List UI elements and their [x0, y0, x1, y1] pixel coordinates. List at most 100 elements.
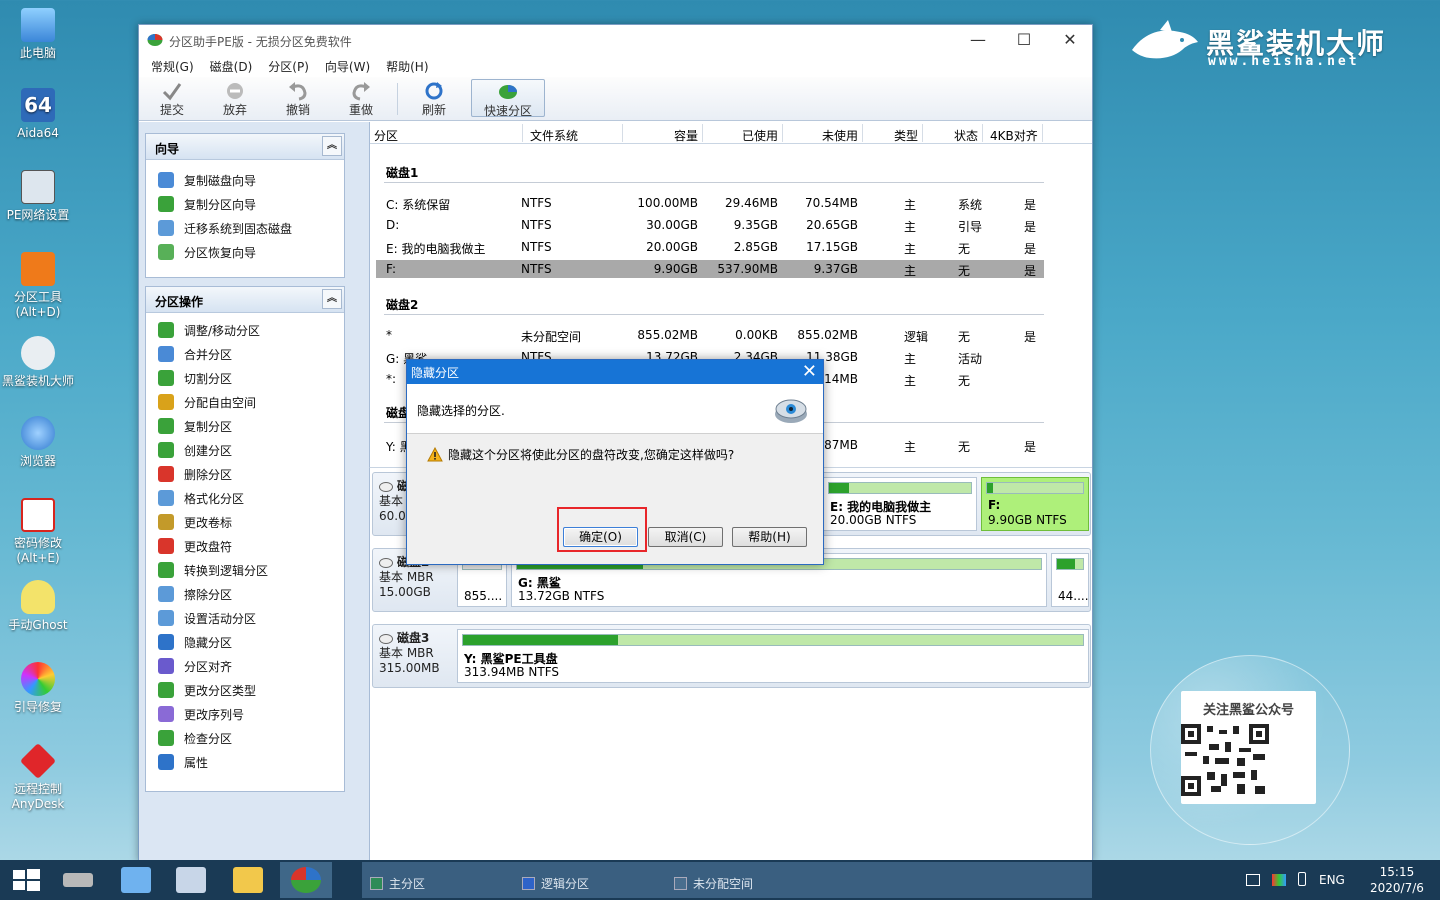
- clock[interactable]: 15:15 2020/7/6: [1370, 864, 1424, 896]
- commit-label: 提交: [159, 103, 184, 117]
- partition-f-block[interactable]: F: 9.90GB NTFS: [981, 477, 1089, 531]
- maximize-button[interactable]: ☐: [1001, 25, 1047, 55]
- taskbar-drive[interactable]: [52, 862, 104, 898]
- header-type[interactable]: 类型: [894, 127, 918, 144]
- ops-item[interactable]: 创建分区: [146, 438, 344, 462]
- desktop-icon-ghost[interactable]: 手动Ghost: [2, 580, 74, 633]
- desktop-icon-password[interactable]: 密码修改(Alt+E): [2, 498, 74, 566]
- taskbar-keyboard[interactable]: [165, 862, 217, 898]
- ops-item[interactable]: 更改序列号: [146, 702, 344, 726]
- table-row[interactable]: F: NTFS 9.90GB 537.90MB 9.37GB 主 无 是: [376, 260, 1044, 278]
- language-indicator[interactable]: ENG: [1319, 873, 1345, 887]
- table-row[interactable]: C: 系统保留 NTFS 100.00MB 29.46MB 70.54MB 主 系统 是: [376, 194, 1044, 212]
- chevron-up-icon[interactable]: ︽: [322, 136, 342, 156]
- table-cell: *: [386, 328, 392, 342]
- legend-swatch: [674, 877, 687, 890]
- desktop-icon-boot-repair[interactable]: 引导修复: [2, 662, 74, 715]
- header-4k-align[interactable]: 4KB对齐: [990, 127, 1038, 144]
- desktop-icon-aida64[interactable]: 64 Aida64: [2, 88, 74, 141]
- menu-wizard[interactable]: 向导(W): [319, 55, 376, 77]
- taskbar-computer[interactable]: [110, 862, 162, 898]
- ops-item[interactable]: 合并分区: [146, 342, 344, 366]
- taskbar-partition-assistant[interactable]: [280, 862, 332, 898]
- partition-y-block[interactable]: Y: 黑鲨PE工具盘 313.94MB NTFS: [457, 629, 1089, 683]
- chevron-up-icon[interactable]: ︽: [322, 289, 342, 309]
- close-button[interactable]: ✕: [1047, 25, 1093, 55]
- ops-item[interactable]: 设置活动分区: [146, 606, 344, 630]
- ops-item[interactable]: 分区对齐: [146, 654, 344, 678]
- quick-partition-button[interactable]: 快速分区: [471, 79, 545, 118]
- ops-item[interactable]: 复制分区: [146, 414, 344, 438]
- ops-item[interactable]: 分配自由空间: [146, 390, 344, 414]
- copy-disk-icon: [158, 172, 174, 188]
- ops-item[interactable]: 检查分区: [146, 726, 344, 750]
- commit-button[interactable]: 提交: [143, 79, 201, 117]
- ops-item[interactable]: 格式化分区: [146, 486, 344, 510]
- partition-e-block[interactable]: E: 我的电脑我做主 20.00GB NTFS: [823, 477, 977, 531]
- table-row[interactable]: * 未分配空间 855.02MB 0.00KB 855.02MB 逻辑 无 是: [376, 326, 1044, 344]
- start-button[interactable]: [0, 862, 52, 898]
- desktop-icon-browser[interactable]: 浏览器: [2, 416, 74, 469]
- desktop-icon-pe-network[interactable]: PE网络设置: [2, 170, 74, 223]
- wizard-panel-header[interactable]: 向导 ︽: [146, 134, 344, 160]
- usb-icon[interactable]: [1297, 872, 1306, 886]
- table-row[interactable]: D: NTFS 30.00GB 9.35GB 20.65GB 主 引导 是: [376, 216, 1044, 234]
- refresh-icon: [425, 82, 443, 100]
- header-used[interactable]: 已使用: [742, 127, 778, 144]
- network-icon[interactable]: [1246, 874, 1260, 886]
- menu-general[interactable]: 常规(G): [145, 55, 200, 77]
- undo-label: 撤销: [285, 103, 310, 117]
- partition-tail-block[interactable]: 44....: [1051, 553, 1089, 607]
- wizard-copy-disk[interactable]: 复制磁盘向导: [146, 168, 344, 192]
- undo-button[interactable]: 撤销: [269, 79, 327, 117]
- operation-icon: [158, 394, 174, 410]
- table-cell: 是: [1024, 264, 1037, 278]
- item-label: 合并分区: [184, 347, 233, 362]
- menu-help[interactable]: 帮助(H): [380, 55, 434, 77]
- desktop-icon-heisha[interactable]: 黑鲨装机大师: [2, 336, 74, 389]
- ops-item[interactable]: 更改卷标: [146, 510, 344, 534]
- discard-button[interactable]: 放弃: [206, 79, 264, 117]
- help-button[interactable]: 帮助(H): [732, 527, 807, 547]
- minimize-button[interactable]: —: [955, 25, 1001, 55]
- cancel-button[interactable]: 取消(C): [648, 527, 723, 547]
- desktop-icon-anydesk[interactable]: 远程控制AnyDesk: [2, 742, 74, 812]
- desktop-icon-this-pc[interactable]: 此电脑: [2, 8, 74, 61]
- table-row[interactable]: E: 我的电脑我做主 NTFS 20.00GB 2.85GB 17.15GB 主 无 是: [376, 238, 1044, 256]
- menu-disk[interactable]: 磁盘(D): [204, 55, 259, 77]
- ops-item[interactable]: 更改分区类型: [146, 678, 344, 702]
- ops-item[interactable]: 属性: [146, 750, 344, 774]
- header-capacity[interactable]: 容量: [674, 127, 698, 144]
- header-divider: [922, 124, 923, 142]
- ops-item[interactable]: 删除分区: [146, 462, 344, 486]
- ops-item[interactable]: 调整/移动分区: [146, 318, 344, 342]
- ops-item[interactable]: 切割分区: [146, 366, 344, 390]
- desktop-icon-partition-tool[interactable]: 分区工具(Alt+D): [2, 252, 74, 320]
- migrate-icon: [158, 220, 174, 236]
- dialog-close-icon[interactable]: ✕: [802, 361, 817, 382]
- disk3-map[interactable]: 磁盘3 基本 MBR 315.00MB Y: 黑鲨PE工具盘 313.94MB …: [372, 624, 1091, 688]
- ops-item[interactable]: 更改盘符: [146, 534, 344, 558]
- redo-button[interactable]: 重做: [332, 79, 390, 117]
- ops-item[interactable]: 转换到逻辑分区: [146, 558, 344, 582]
- refresh-button[interactable]: 刷新: [405, 79, 463, 117]
- header-filesystem[interactable]: 文件系统: [530, 127, 578, 144]
- ops-panel-header[interactable]: 分区操作 ︽: [146, 287, 344, 313]
- tray-icons: [1246, 872, 1306, 889]
- header-status[interactable]: 状态: [954, 127, 978, 144]
- table-cell: D:: [386, 218, 400, 232]
- ops-item[interactable]: 隐藏分区: [146, 630, 344, 654]
- wizard-copy-partition[interactable]: 复制分区向导: [146, 192, 344, 216]
- taskbar-explorer[interactable]: [222, 862, 274, 898]
- header-partition[interactable]: 分区: [374, 127, 398, 144]
- partition-f-name: F:: [988, 498, 1001, 512]
- brand-logo: 黑鲨装机大师 www.heisha.net: [1130, 18, 1400, 78]
- wizard-migrate-ssd[interactable]: 迁移系统到固态磁盘: [146, 216, 344, 240]
- color-icon[interactable]: [1271, 874, 1286, 886]
- header-divider: [622, 124, 623, 142]
- warning-icon: [427, 447, 443, 462]
- header-unused[interactable]: 未使用: [822, 127, 858, 144]
- wizard-recover-partition[interactable]: 分区恢复向导: [146, 240, 344, 264]
- menu-partition[interactable]: 分区(P): [262, 55, 315, 77]
- ops-item[interactable]: 擦除分区: [146, 582, 344, 606]
